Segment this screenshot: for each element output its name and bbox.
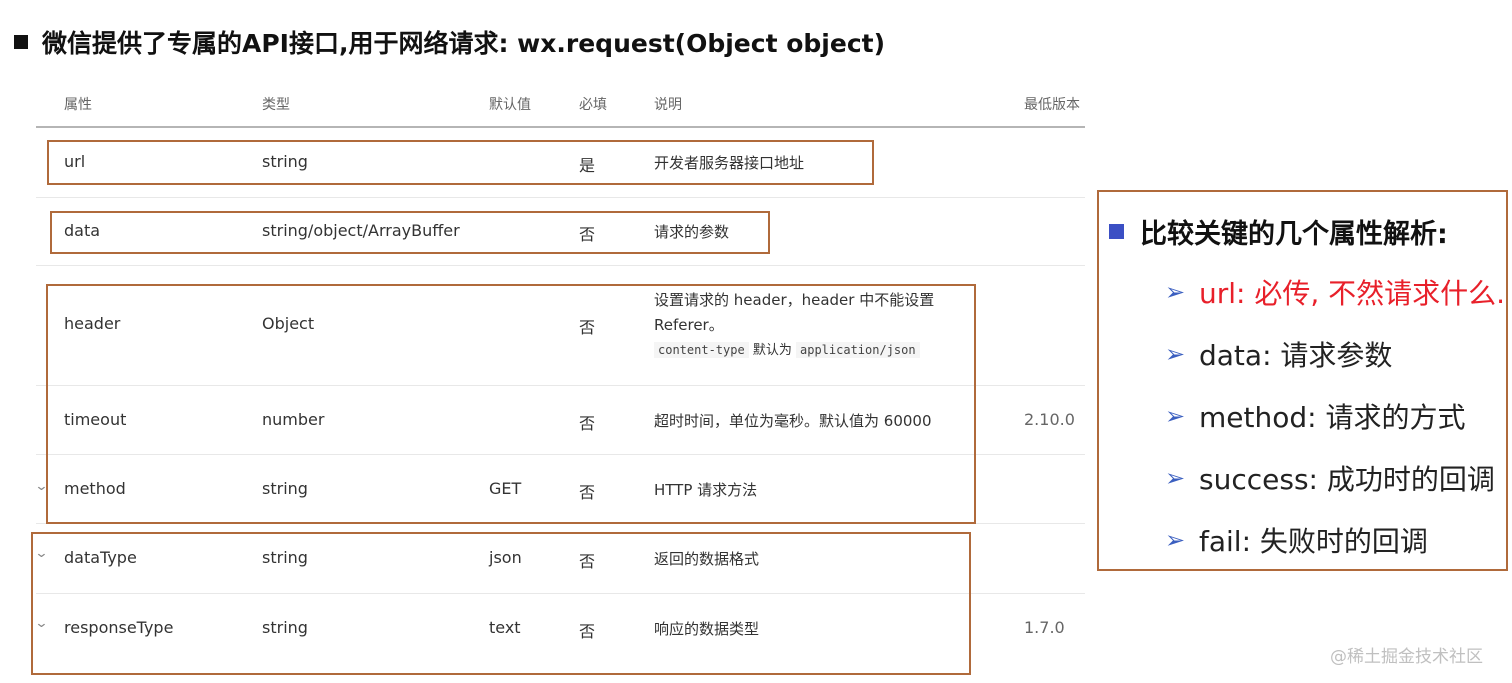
list-item-text: fail: 失败时的回调 [1199, 525, 1428, 558]
panel-title: 比较关键的几个属性解析: [1109, 212, 1448, 251]
list-item: ➢ url: 必传, 不然请求什么. [1165, 272, 1505, 312]
arrow-bullet-icon: ➢ [1165, 278, 1186, 306]
page-title: 微信提供了专属的API接口,用于网络请求: wx.request(Object … [14, 24, 885, 60]
arrow-bullet-icon: ➢ [1165, 526, 1186, 554]
table-header: 属性 类型 默认值 必填 说明 最低版本 [36, 80, 1085, 128]
header-desc: 说明 [654, 97, 682, 113]
list-item-text: success: 成功时的回调 [1199, 463, 1495, 496]
square-bullet-icon [1109, 224, 1124, 239]
highlight-box-url [47, 140, 874, 185]
watermark: @稀土掘金技术社区 [1330, 647, 1483, 667]
list-item: ➢ success: 成功时的回调 [1165, 458, 1495, 498]
param-version: 1.7.0 [1024, 618, 1065, 637]
page-title-text: 微信提供了专属的API接口,用于网络请求: wx.request(Object … [42, 29, 886, 58]
list-item-text: url: 必传, 不然请求什么. [1199, 277, 1506, 310]
list-item: ➢ data: 请求参数 [1165, 334, 1392, 374]
list-item: ➢ fail: 失败时的回调 [1165, 520, 1428, 560]
arrow-bullet-icon: ➢ [1165, 464, 1186, 492]
key-properties-panel: 比较关键的几个属性解析: ➢ url: 必传, 不然请求什么. ➢ data: … [1097, 190, 1508, 571]
header-version: 最低版本 [1024, 97, 1080, 113]
list-item-text: method: 请求的方式 [1199, 401, 1466, 434]
header-default: 默认值 [489, 97, 531, 113]
header-type: 类型 [262, 97, 290, 113]
panel-title-text: 比较关键的几个属性解析: [1140, 219, 1448, 250]
param-version: 2.10.0 [1024, 410, 1075, 429]
highlight-box-datatype-responsetype [31, 532, 971, 675]
highlight-box-data [50, 211, 770, 254]
header-required: 必填 [579, 97, 607, 113]
list-item: ➢ method: 请求的方式 [1165, 396, 1465, 436]
arrow-bullet-icon: ➢ [1165, 402, 1186, 430]
header-name: 属性 [64, 97, 92, 113]
arrow-bullet-icon: ➢ [1165, 340, 1186, 368]
highlight-box-header-method [46, 284, 976, 524]
square-bullet-icon [14, 35, 28, 49]
list-item-text: data: 请求参数 [1199, 339, 1393, 372]
